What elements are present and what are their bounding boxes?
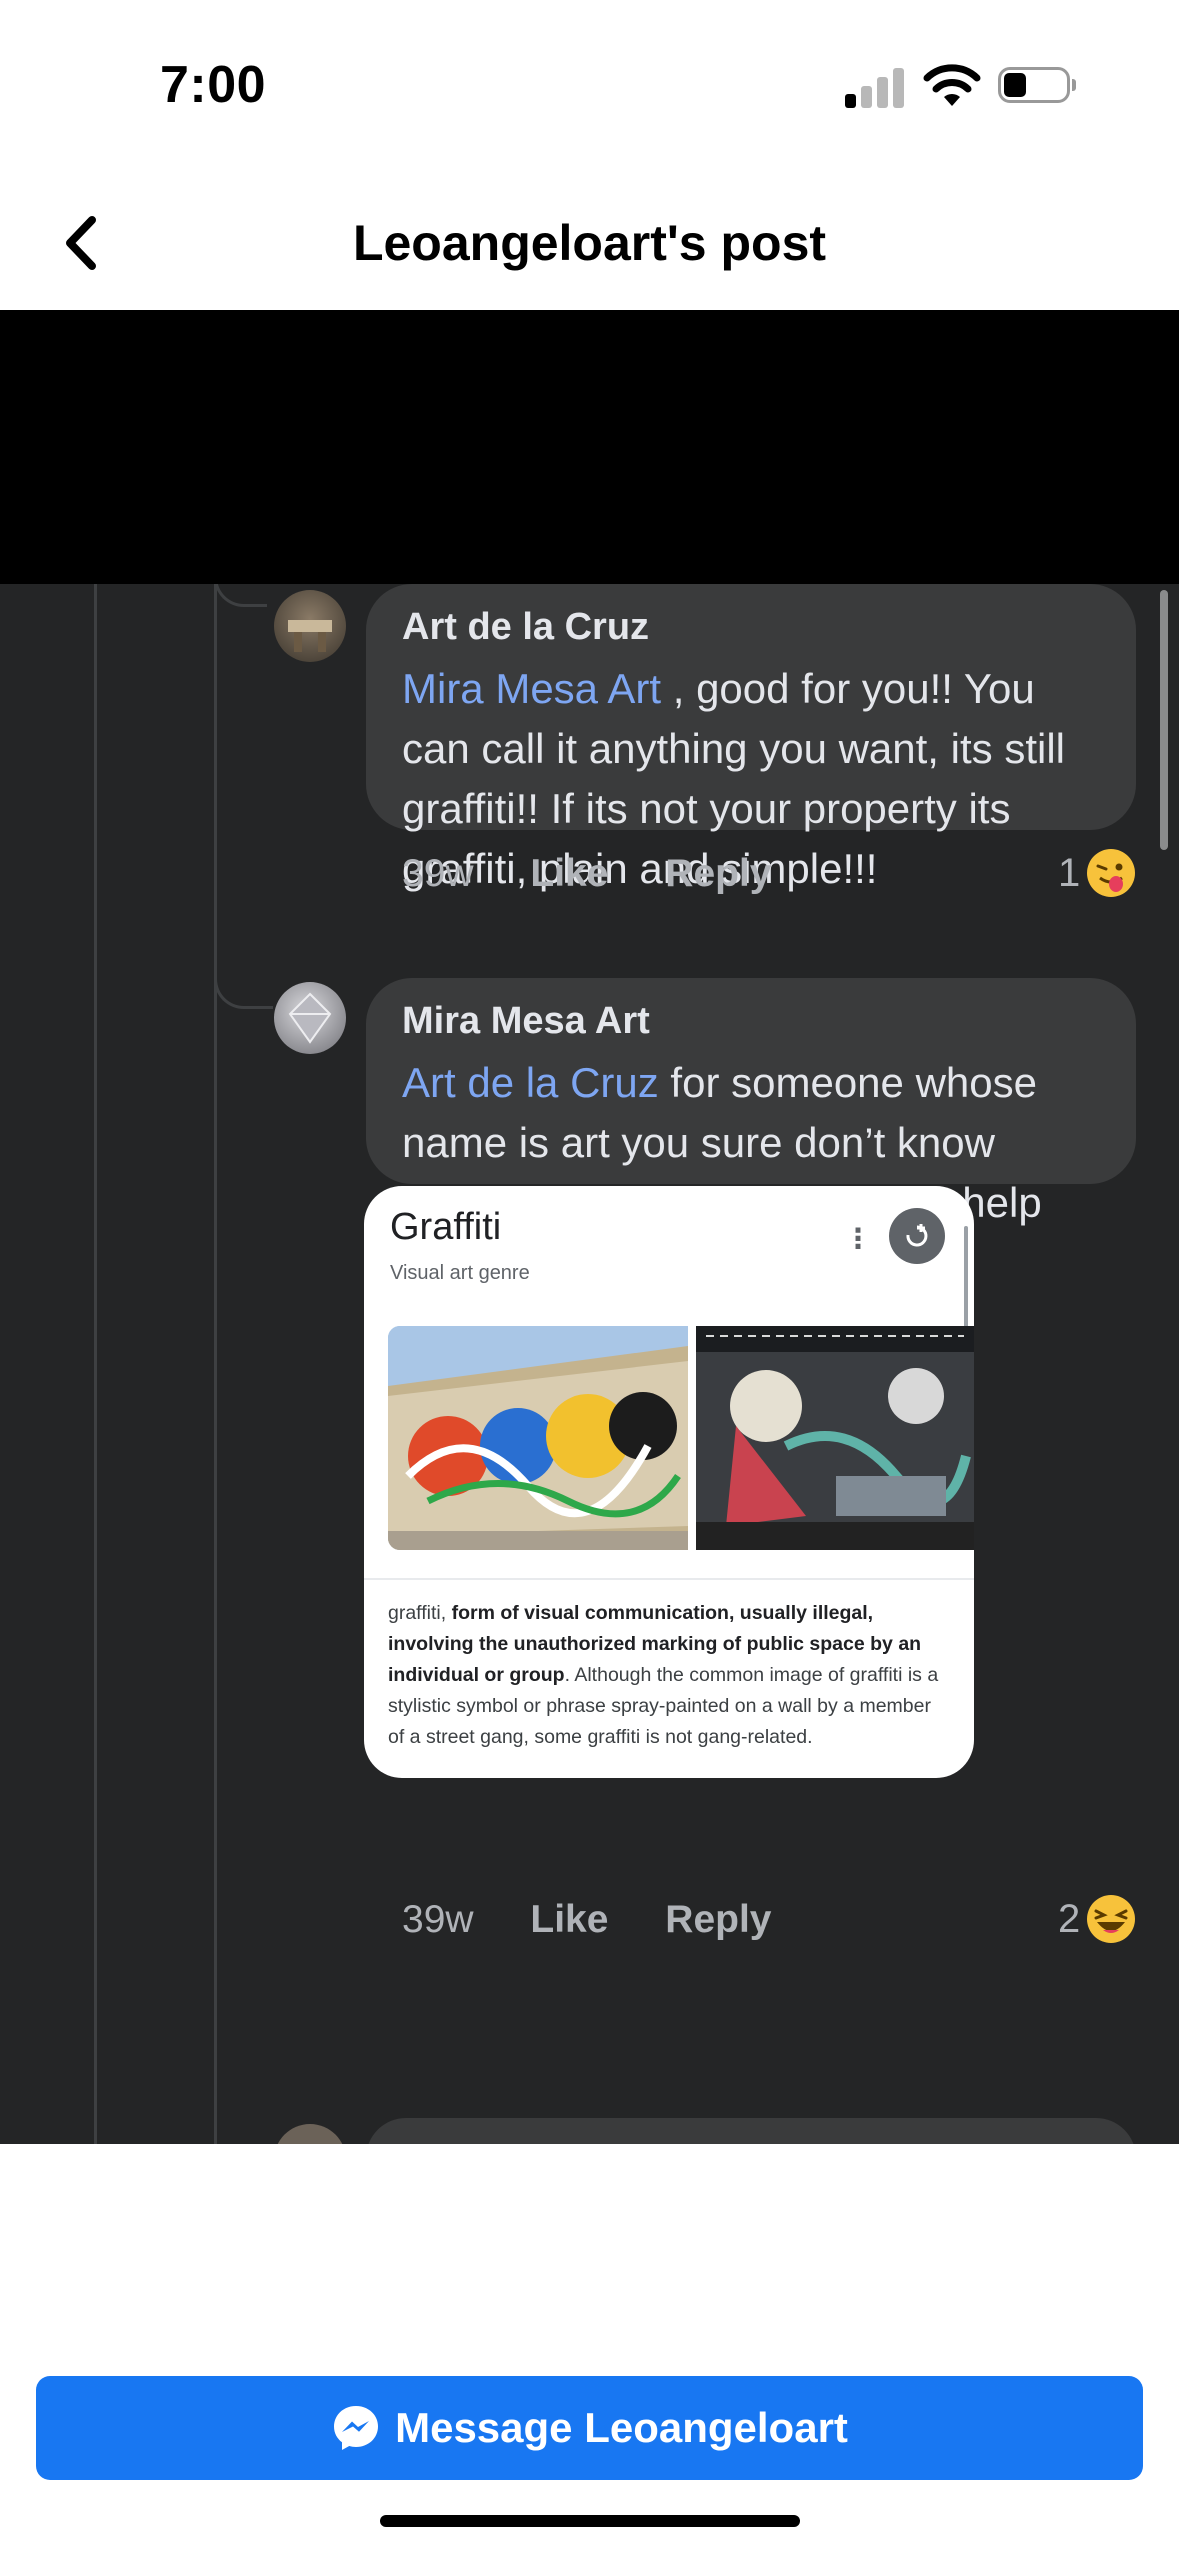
reaction-count: 2 [1058, 1896, 1081, 1941]
like-button[interactable]: Like [530, 852, 608, 896]
comment-actions: 39w Like Reply [402, 852, 817, 896]
page-title: Leoangeloart's post [352, 215, 827, 271]
graffiti-wall-photo[interactable] [388, 1326, 688, 1550]
mention-link[interactable]: Mira Mesa Art [402, 665, 661, 712]
knowledge-card-attachment[interactable]: Graffiti Visual art genre ⋮ graffiti, fo… [364, 1186, 974, 1778]
post-image[interactable]: Art de la Cruz Mira Mesa Art , good for … [0, 310, 1179, 2144]
avatar [274, 982, 346, 1054]
card-description: graffiti, form of visual communication, … [388, 1602, 939, 1748]
graffiti-mural-photo[interactable] [696, 1326, 974, 1550]
reaction-summary[interactable]: 2 [1058, 1894, 1136, 1944]
card-title: Graffiti [390, 1206, 502, 1248]
tongue-wink-emoji-icon [1087, 849, 1136, 897]
avatar [274, 590, 346, 662]
comment-thread-screenshot: Art de la Cruz Mira Mesa Art , good for … [0, 584, 1179, 2144]
comment-timestamp: 39w [402, 1898, 474, 1941]
wifi-icon [923, 64, 981, 106]
comment-actions: 39w Like Reply [402, 1898, 817, 1942]
messenger-icon [334, 2406, 379, 2450]
share-icon [906, 1224, 928, 1247]
message-button-label: Message Leoangeloart [395, 2404, 848, 2451]
scrollbar [1160, 590, 1168, 850]
home-indicator[interactable] [380, 2515, 800, 2527]
share-button[interactable] [889, 1208, 945, 1264]
avatar [274, 2124, 346, 2144]
reply-button[interactable]: Reply [665, 852, 771, 896]
comment-author[interactable]: Mira Mesa Art [402, 1000, 1100, 1043]
reply-button[interactable]: Reply [665, 1898, 771, 1942]
post-header: Leoangeloart's post [0, 170, 1179, 310]
status-bar: 7:00 [0, 0, 1179, 170]
more-options-icon[interactable]: ⋮ [844, 1222, 872, 1255]
comment-timestamp: 39w [402, 852, 474, 895]
comment-bubble: Mira Mesa Art Art de la Cruz for someone… [366, 978, 1136, 1286]
comment-bubble: Art de la Cruz Mira Mesa Art , good for … [366, 584, 1136, 892]
comment-author[interactable]: Art de la Cruz [402, 606, 1100, 649]
reaction-count: 1 [1058, 850, 1081, 895]
card-subtitle: Visual art genre [390, 1262, 530, 1284]
laughing-emoji-icon [1087, 1895, 1136, 1943]
battery-icon [998, 67, 1076, 103]
message-button[interactable]: Message Leoangeloart [36, 2376, 1143, 2480]
like-button[interactable]: Like [530, 1898, 608, 1942]
cellular-signal-icon [845, 64, 905, 108]
mention-link[interactable]: Art de la Cruz [402, 1059, 659, 1106]
status-time: 7:00 [160, 56, 267, 114]
reaction-summary[interactable]: 1 [1058, 848, 1136, 898]
